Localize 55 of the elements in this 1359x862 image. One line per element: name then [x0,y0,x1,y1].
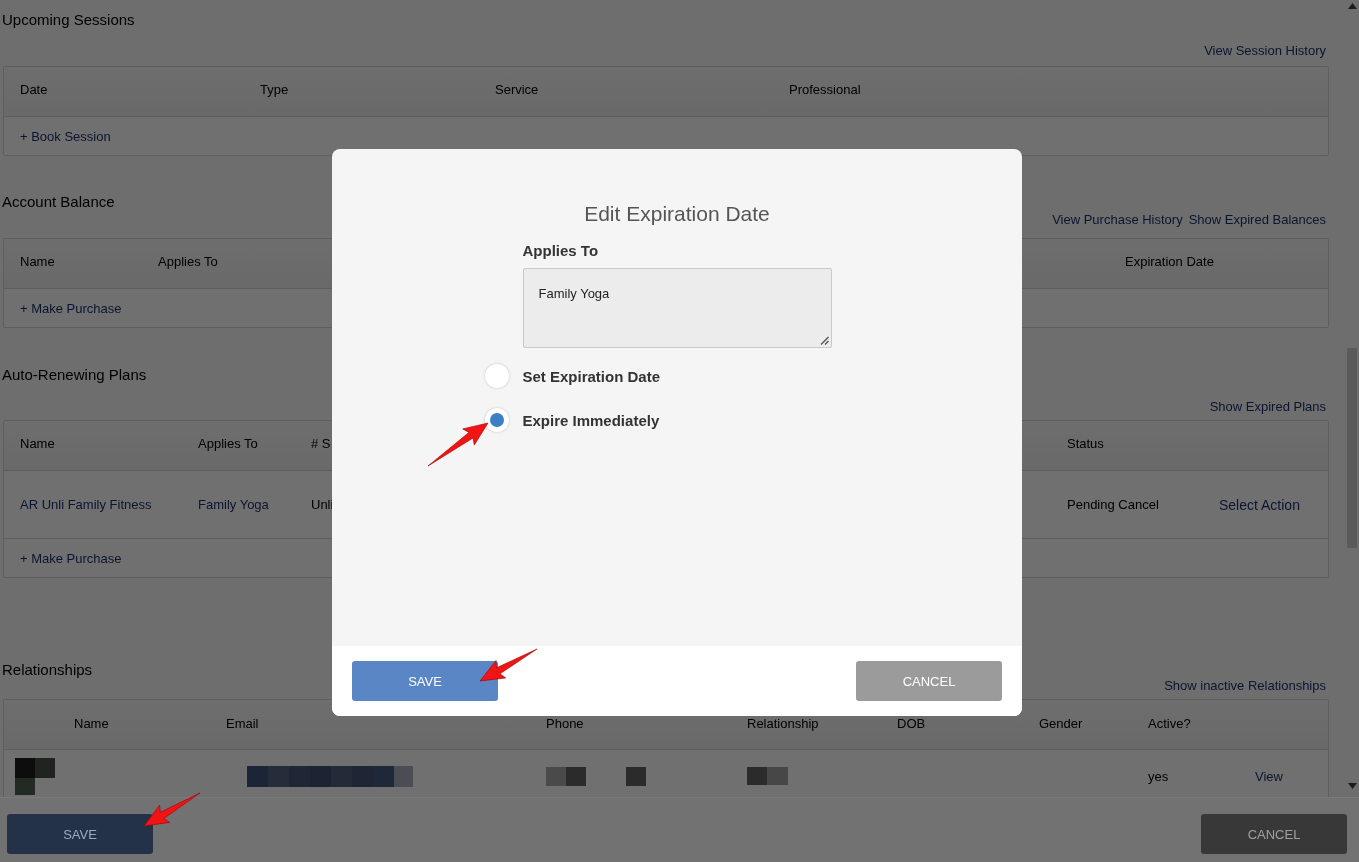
table-link[interactable]: Family Yoga [198,497,269,512]
section-link[interactable]: View Purchase History [1052,212,1183,228]
annotation-arrow [479,648,538,682]
section-title: Relationships [2,660,93,680]
option-label[interactable]: Set Expiration Date [522,367,661,385]
applies-to-field[interactable]: Family Yoga [522,268,832,348]
table-cell: yes [1148,768,1169,784]
annotation-arrow [143,792,201,827]
column-header: Name [20,435,55,451]
footer-button[interactable]: CANCEL [1201,814,1347,854]
dialog-button[interactable]: CANCEL [856,661,1002,701]
annotation-arrow [427,422,489,467]
column-header: Email [226,716,259,731]
option-label[interactable]: Expire Immediately [522,411,660,429]
column-header: Gender [1039,716,1083,731]
footer-button[interactable]: SAVE [7,814,153,854]
add-link[interactable]: + Make Purchase [20,300,122,316]
dialog-title: Edit Expiration Date [584,201,770,227]
section-link[interactable]: Show Expired Plans [1209,399,1326,415]
table-link[interactable]: View [1255,768,1283,784]
scroll-up-icon[interactable] [1348,3,1357,9]
column-header: Type [260,81,289,97]
radio-button[interactable] [484,364,509,388]
section-title: Auto-Renewing Plans [2,365,147,385]
table-link[interactable]: AR Unli Family Fitness [20,497,152,512]
column-header: Name [20,253,55,269]
dialog-button[interactable]: SAVE [352,661,498,701]
select-action-link[interactable]: Select Action [1219,496,1300,513]
add-link[interactable]: + Make Purchase [20,550,122,566]
section-title: Upcoming Sessions [2,10,135,30]
column-header: Status [1067,435,1104,451]
section-link[interactable]: Show Expired Balances [1188,212,1326,228]
column-header: # S [311,435,331,451]
column-header: DOB [897,716,926,731]
field-label: Applies To [522,242,599,260]
section-link[interactable]: Show inactive Relationships [1164,678,1326,694]
column-header: Relationship [747,716,819,731]
column-header: Active? [1148,716,1191,731]
column-header: Applies To [158,253,218,269]
column-header: Expiration Date [1125,253,1214,269]
section-title: Account Balance [2,192,115,212]
pixelated-text-drawing [747,767,788,785]
add-link[interactable]: + Book Session [20,128,111,144]
column-header: Service [495,81,539,97]
pixelated-text-drawing [15,757,55,795]
scroll-down-icon[interactable] [1348,783,1357,789]
column-header: Name [74,716,109,731]
radio-button[interactable] [484,408,509,432]
column-header: Phone [546,716,584,731]
section-link[interactable]: View Session History [1204,43,1326,59]
table-cell: Pending Cancel [1067,497,1159,512]
column-header: Professional [789,81,861,97]
column-header: Date [20,81,48,97]
resize-handle-icon[interactable] [819,336,829,345]
column-header: Applies To [198,435,258,451]
